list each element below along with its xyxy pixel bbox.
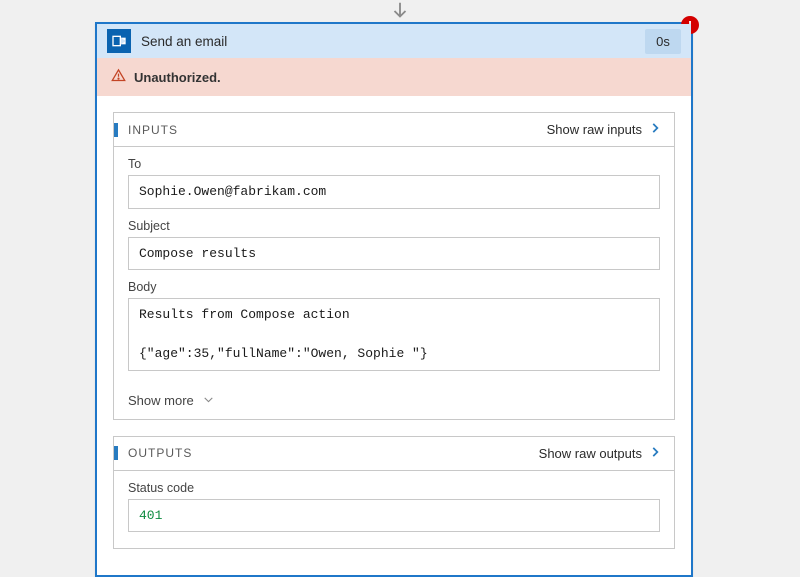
action-body: INPUTS Show raw inputs To Sophie.Owen@fa…: [97, 96, 691, 575]
chevron-right-icon: [648, 445, 662, 462]
error-banner: Unauthorized.: [97, 58, 691, 96]
error-message: Unauthorized.: [134, 70, 221, 85]
field-value-subject[interactable]: Compose results: [128, 237, 660, 271]
field-label-status-code: Status code: [128, 481, 660, 495]
field-body: Body Results from Compose action {"age":…: [128, 280, 660, 371]
show-more-button[interactable]: Show more: [114, 387, 674, 419]
inputs-label: INPUTS: [114, 123, 178, 137]
action-duration: 0s: [645, 29, 681, 54]
outputs-label: OUTPUTS: [114, 446, 192, 460]
inputs-section: INPUTS Show raw inputs To Sophie.Owen@fa…: [113, 112, 675, 420]
action-card: ! Send an email 0s Unauthorized.: [95, 22, 693, 577]
field-label-subject: Subject: [128, 219, 660, 233]
warning-icon: [111, 68, 126, 86]
field-label-to: To: [128, 157, 660, 171]
chevron-down-icon: [202, 393, 215, 409]
outputs-section: OUTPUTS Show raw outputs Status code 401: [113, 436, 675, 550]
field-to: To Sophie.Owen@fabrikam.com: [128, 157, 660, 209]
chevron-right-icon: [648, 121, 662, 138]
field-label-body: Body: [128, 280, 660, 294]
field-value-body[interactable]: Results from Compose action {"age":35,"f…: [128, 298, 660, 371]
field-status-code: Status code 401: [128, 481, 660, 533]
outlook-icon: [107, 29, 131, 53]
show-raw-outputs-link[interactable]: Show raw outputs: [539, 445, 662, 462]
inputs-header: INPUTS Show raw inputs: [114, 113, 674, 147]
action-title: Send an email: [141, 34, 645, 49]
field-value-to[interactable]: Sophie.Owen@fabrikam.com: [128, 175, 660, 209]
show-raw-inputs-link[interactable]: Show raw inputs: [547, 121, 662, 138]
outputs-header: OUTPUTS Show raw outputs: [114, 437, 674, 471]
field-subject: Subject Compose results: [128, 219, 660, 271]
field-value-status-code[interactable]: 401: [128, 499, 660, 533]
action-header[interactable]: Send an email 0s: [97, 24, 691, 58]
